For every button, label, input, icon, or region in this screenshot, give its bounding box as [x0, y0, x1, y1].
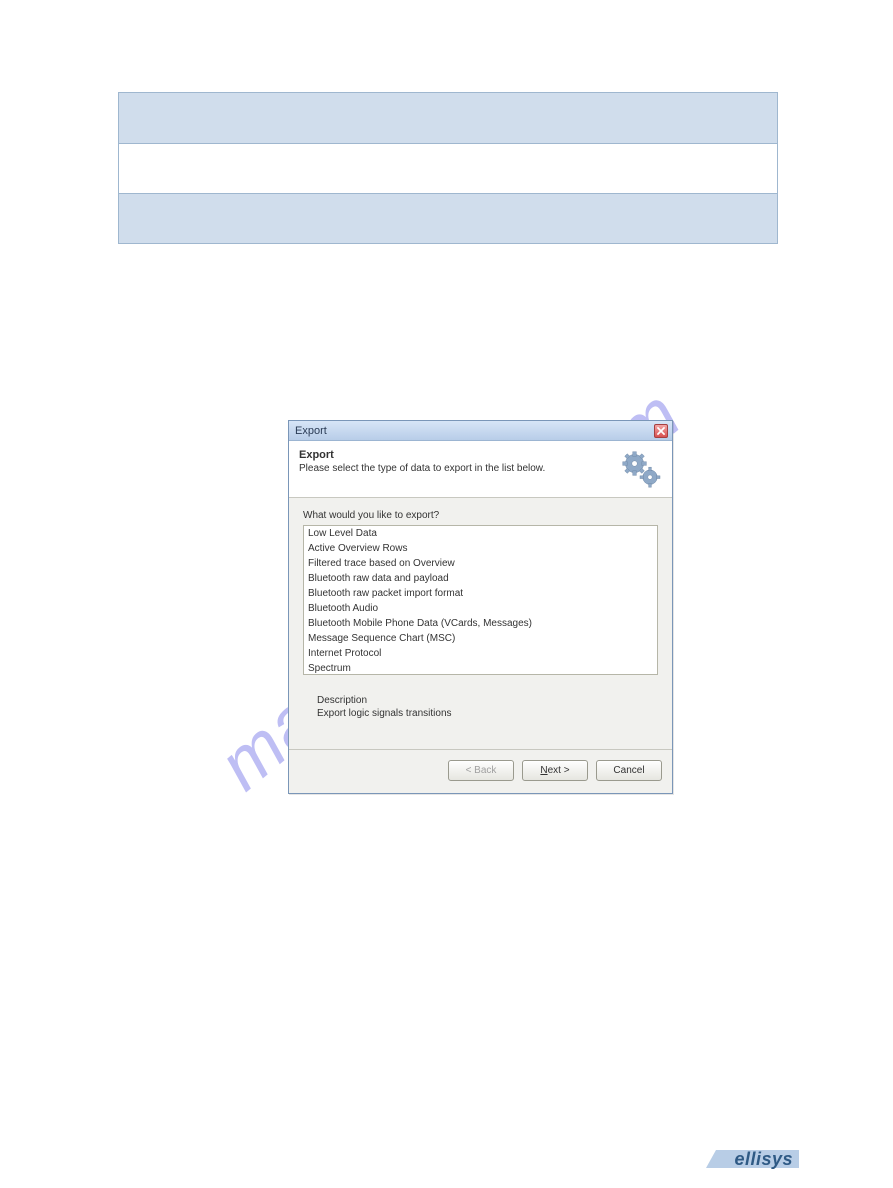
dialog-titlebar[interactable]: Export [289, 421, 672, 441]
export-dialog: Export Export Please select the type of … [288, 420, 673, 794]
list-item[interactable]: Low Level Data [304, 526, 657, 541]
list-item[interactable]: Bluetooth raw packet import format [304, 586, 657, 601]
list-item[interactable]: Bluetooth raw data and payload [304, 571, 657, 586]
list-item[interactable]: Message Sequence Chart (MSC) [304, 631, 657, 646]
gears-icon [618, 449, 662, 489]
description-text: Export logic signals transitions [317, 708, 658, 719]
close-icon[interactable] [654, 424, 668, 438]
back-button: < Back [448, 760, 514, 781]
cancel-button-label: Cancel [613, 765, 644, 776]
export-type-listbox[interactable]: Low Level Data Active Overview Rows Filt… [303, 525, 658, 675]
table-row [119, 193, 777, 243]
dialog-header: Export Please select the type of data to… [289, 441, 672, 498]
brand-text: ellisys [732, 1149, 795, 1170]
list-item[interactable]: Filtered trace based on Overview [304, 556, 657, 571]
description-block: Description Export logic signals transit… [317, 695, 658, 719]
header-subtitle: Please select the type of data to export… [299, 463, 610, 474]
table-row [119, 93, 777, 143]
header-title: Export [299, 449, 610, 461]
dialog-body: What would you like to export? Low Level… [289, 498, 672, 749]
list-item[interactable]: Bluetooth Mobile Phone Data (VCards, Mes… [304, 616, 657, 631]
back-button-label: < Back [466, 765, 497, 776]
description-label: Description [317, 695, 658, 706]
table-row [119, 143, 777, 193]
list-item[interactable]: Active Overview Rows [304, 541, 657, 556]
brand-logo: ellisys [716, 1150, 799, 1168]
dialog-title: Export [295, 425, 327, 437]
next-button-label: Next > [540, 765, 569, 776]
dialog-button-row: < Back Next > Cancel [289, 750, 672, 793]
cancel-button[interactable]: Cancel [596, 760, 662, 781]
list-item[interactable]: Bluetooth Audio [304, 601, 657, 616]
export-question: What would you like to export? [303, 510, 658, 521]
background-table [118, 92, 778, 244]
list-item[interactable]: Internet Protocol [304, 646, 657, 661]
next-button[interactable]: Next > [522, 760, 588, 781]
list-item[interactable]: Spectrum [304, 661, 657, 675]
